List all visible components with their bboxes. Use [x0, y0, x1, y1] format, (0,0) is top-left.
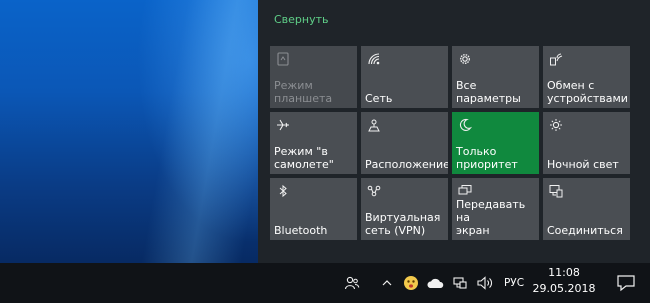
tile-label: Соединиться [547, 224, 623, 237]
show-hidden-icons-button[interactable] [379, 263, 395, 303]
tile-label: Сеть [365, 92, 393, 105]
tile-label: Все параметры [456, 79, 521, 105]
notification-icon [617, 275, 635, 292]
tile-label: Bluetooth [274, 224, 328, 237]
chevron-up-icon [382, 280, 392, 286]
airplane-icon [277, 119, 289, 131]
tile-bluetooth[interactable]: Bluetooth [270, 178, 357, 240]
cloud-icon [427, 278, 444, 288]
tile-label: Режим планшета [274, 79, 333, 105]
tile-project[interactable]: Передавать на экран [452, 178, 539, 240]
taskbar: РУС 11:08 29.05.2018 [0, 263, 650, 303]
desktop-wallpaper [0, 0, 258, 263]
tile-night-light[interactable]: Ночной свет [543, 112, 630, 174]
tray-volume[interactable] [474, 263, 496, 303]
input-language-indicator[interactable]: РУС [500, 263, 528, 303]
tile-label: Расположение [365, 158, 448, 171]
bluetooth-icon [279, 184, 287, 198]
tile-label: Виртуальная сеть (VPN) [365, 211, 441, 237]
tile-label: Обмен с устройствами [547, 79, 628, 105]
people-button[interactable] [340, 263, 364, 303]
tray-onedrive[interactable] [424, 263, 446, 303]
taskbar-clock[interactable]: 11:08 29.05.2018 [532, 265, 596, 301]
collapse-link[interactable]: Свернуть [274, 13, 329, 26]
tile-network[interactable]: Сеть [361, 46, 448, 108]
tile-priority-only[interactable]: Только приоритет [452, 112, 539, 174]
tile-all-settings[interactable]: Все параметры [452, 46, 539, 108]
clock-date: 29.05.2018 [532, 282, 596, 295]
tile-label: Передавать на экран [456, 198, 526, 237]
tablet-mode-icon [277, 52, 289, 66]
location-icon [368, 119, 380, 132]
tile-label: Ночной свет [547, 158, 619, 171]
tray-network[interactable] [450, 263, 470, 303]
speaker-icon [477, 276, 492, 290]
tile-label: Режим "в самолете" [274, 145, 334, 171]
vpn-icon [367, 185, 381, 197]
tile-tablet-mode[interactable]: Режим планшета [270, 46, 357, 108]
project-icon [458, 185, 472, 195]
brightness-icon [550, 119, 562, 131]
quick-actions-grid: Режим планшета Сеть Все параметры Обмен … [270, 46, 630, 240]
action-center-panel: Свернуть Режим планшета Сеть Все парамет… [258, 0, 650, 263]
tile-vpn[interactable]: Виртуальная сеть (VPN) [361, 178, 448, 240]
tile-location[interactable]: Расположение [361, 112, 448, 174]
tile-label: Только приоритет [456, 145, 518, 171]
connect-icon [549, 185, 563, 198]
nearby-sharing-icon [550, 53, 563, 66]
tray-app-emoji[interactable] [401, 263, 421, 303]
network-ethernet-icon [453, 277, 467, 289]
emoji-app-icon [404, 276, 418, 290]
tile-nearby-sharing[interactable]: Обмен с устройствами [543, 46, 630, 108]
moon-icon [459, 118, 472, 131]
action-center-button[interactable] [602, 263, 650, 303]
clock-time: 11:08 [548, 266, 580, 279]
gear-icon [460, 54, 470, 64]
tile-connect[interactable]: Соединиться [543, 178, 630, 240]
people-icon [344, 276, 360, 290]
network-icon [368, 53, 380, 65]
tile-airplane-mode[interactable]: Режим "в самолете" [270, 112, 357, 174]
